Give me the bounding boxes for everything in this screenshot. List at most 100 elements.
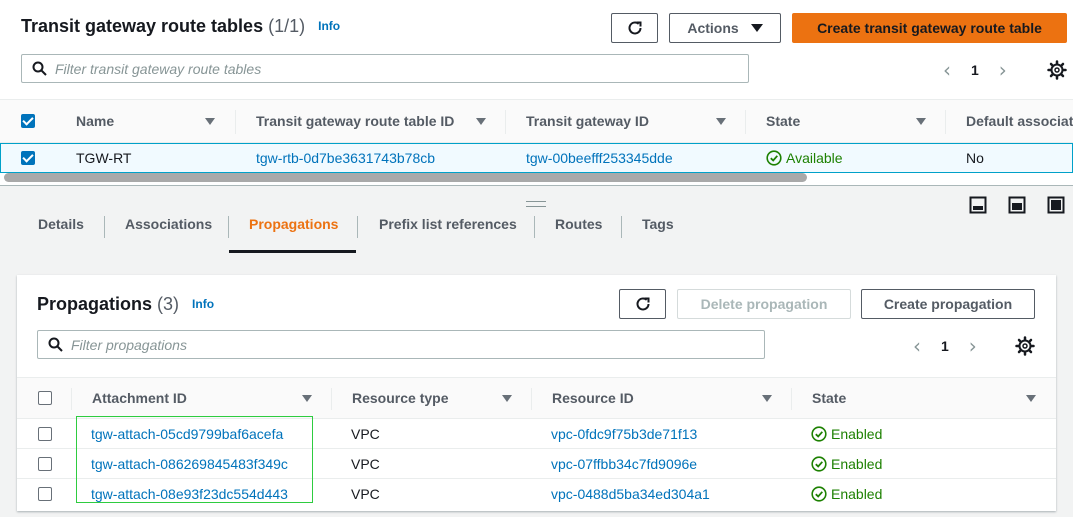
chevron-right-icon[interactable]: › bbox=[999, 58, 1007, 82]
create-propagation-button[interactable]: Create propagation bbox=[861, 289, 1035, 319]
column-header-name[interactable]: Name bbox=[76, 100, 114, 142]
propagations-container: Propagations (3) Info Delete propagation… bbox=[17, 275, 1056, 511]
sort-icon[interactable] bbox=[502, 395, 512, 402]
column-divider[interactable] bbox=[505, 110, 506, 134]
route-tables-count: (1/1) bbox=[268, 16, 306, 36]
delete-propagation-button[interactable]: Delete propagation bbox=[677, 289, 851, 319]
resource-id-link[interactable]: vpc-07ffbb34c7fd9096e bbox=[551, 449, 697, 478]
check-circle-icon bbox=[811, 455, 827, 472]
table-row[interactable]: tgw-attach-08e93f23dc554d443 VPC vpc-048… bbox=[17, 479, 1056, 509]
create-route-table-button[interactable]: Create transit gateway route table bbox=[792, 13, 1067, 43]
column-divider[interactable] bbox=[235, 110, 236, 134]
column-divider[interactable] bbox=[745, 110, 746, 134]
column-header-gateway-id[interactable]: Transit gateway ID bbox=[526, 100, 649, 142]
search-icon bbox=[32, 61, 47, 76]
table-row[interactable]: TGW-RT tgw-rtb-0d7be3631743b78cb tgw-00b… bbox=[0, 143, 1073, 173]
chevron-right-icon[interactable]: › bbox=[969, 334, 977, 358]
tab-prefix-list-references[interactable]: Prefix list references bbox=[379, 216, 517, 232]
attachment-id-link[interactable]: tgw-attach-086269845483f349c bbox=[91, 449, 288, 478]
chevron-left-icon[interactable]: ‹ bbox=[913, 334, 921, 358]
sort-icon[interactable] bbox=[302, 395, 312, 402]
propagation-state: Enabled bbox=[811, 449, 882, 478]
sort-icon[interactable] bbox=[476, 118, 486, 125]
caret-down-icon bbox=[750, 24, 763, 32]
split-panel: Details Associations Propagations Prefix… bbox=[0, 186, 1073, 517]
row-checkbox[interactable] bbox=[21, 151, 35, 165]
propagations-page-number[interactable]: 1 bbox=[941, 338, 949, 354]
column-divider[interactable] bbox=[945, 110, 946, 134]
tab-divider bbox=[534, 216, 535, 238]
state-label: Enabled bbox=[831, 425, 883, 442]
gateway-id-link[interactable]: tgw-00beefff253345dde bbox=[526, 144, 673, 172]
tab-divider bbox=[228, 216, 229, 238]
attachment-id-link[interactable]: tgw-attach-05cd9799baf6acefa bbox=[91, 419, 283, 448]
select-all-checkbox[interactable] bbox=[38, 391, 52, 405]
resource-type: VPC bbox=[351, 425, 380, 442]
propagations-search[interactable] bbox=[37, 330, 765, 359]
default-association-value: No bbox=[966, 150, 984, 166]
row-checkbox[interactable] bbox=[38, 427, 52, 441]
gear-icon[interactable] bbox=[1015, 336, 1035, 356]
row-checkbox[interactable] bbox=[38, 487, 52, 501]
active-tab-indicator bbox=[229, 250, 356, 253]
route-tables-panel: Transit gateway route tables (1/1) Info … bbox=[0, 0, 1073, 185]
sort-icon[interactable] bbox=[1026, 395, 1036, 402]
tab-tags[interactable]: Tags bbox=[642, 216, 674, 232]
propagations-table-header: Attachment ID Resource type Resource ID … bbox=[17, 377, 1056, 419]
refresh-propagations-button[interactable] bbox=[619, 289, 666, 319]
refresh-route-tables-button[interactable] bbox=[611, 13, 658, 43]
check-circle-icon bbox=[811, 486, 827, 502]
refresh-icon bbox=[628, 21, 641, 35]
column-header-state[interactable]: State bbox=[812, 378, 846, 418]
route-table-id-link[interactable]: tgw-rtb-0d7be3631743b78cb bbox=[256, 144, 435, 172]
state-label: Available bbox=[786, 150, 843, 166]
column-header-resource-id[interactable]: Resource ID bbox=[552, 378, 634, 418]
route-tables-search-input[interactable] bbox=[55, 60, 700, 77]
row-checkbox[interactable] bbox=[38, 457, 52, 471]
sort-icon[interactable] bbox=[205, 118, 215, 125]
delete-propagation-label: Delete propagation bbox=[700, 296, 828, 312]
propagations-title: Propagations bbox=[37, 294, 153, 314]
column-header-resource-type[interactable]: Resource type bbox=[352, 378, 448, 418]
detail-tabs: Details Associations Propagations Prefix… bbox=[0, 186, 1073, 254]
route-tables-page-number[interactable]: 1 bbox=[971, 62, 979, 78]
column-header-attachment-id[interactable]: Attachment ID bbox=[92, 378, 187, 418]
sort-icon[interactable] bbox=[762, 395, 772, 402]
column-divider[interactable] bbox=[531, 388, 532, 410]
state-label: Enabled bbox=[831, 486, 883, 502]
propagations-pagination: ‹ 1 › bbox=[913, 334, 977, 358]
resource-id-link[interactable]: vpc-0fdc9f75b3de71f13 bbox=[551, 419, 697, 448]
search-icon bbox=[48, 337, 63, 352]
table-row[interactable]: tgw-attach-086269845483f349c VPC vpc-07f… bbox=[17, 449, 1056, 479]
tab-details[interactable]: Details bbox=[38, 216, 84, 232]
tab-divider bbox=[621, 216, 622, 238]
propagations-heading: Propagations (3) Info bbox=[37, 294, 214, 315]
chevron-left-icon[interactable]: ‹ bbox=[943, 58, 951, 82]
column-header-state[interactable]: State bbox=[766, 100, 800, 142]
route-tables-info-link[interactable]: Info bbox=[318, 19, 340, 33]
propagations-count: (3) bbox=[157, 294, 180, 314]
select-all-checkbox[interactable] bbox=[21, 114, 35, 128]
attachment-id-link[interactable]: tgw-attach-08e93f23dc554d443 bbox=[91, 479, 288, 509]
horizontal-scrollbar[interactable] bbox=[4, 173, 807, 182]
tab-divider bbox=[357, 216, 358, 238]
create-propagation-label: Create propagation bbox=[883, 296, 1013, 312]
column-header-default-association[interactable]: Default associat bbox=[966, 100, 1073, 142]
column-divider[interactable] bbox=[791, 388, 792, 410]
tab-routes[interactable]: Routes bbox=[555, 216, 602, 232]
actions-dropdown-button[interactable]: Actions bbox=[669, 13, 781, 43]
propagations-search-input[interactable] bbox=[71, 336, 716, 353]
sort-icon[interactable] bbox=[916, 118, 926, 125]
column-header-route-table-id[interactable]: Transit gateway route table ID bbox=[256, 100, 454, 142]
propagations-info-link[interactable]: Info bbox=[192, 297, 214, 311]
resource-id-link[interactable]: vpc-0488d5ba34ed304a1 bbox=[551, 479, 710, 509]
tab-associations[interactable]: Associations bbox=[125, 216, 212, 232]
gear-icon[interactable] bbox=[1047, 60, 1067, 80]
tab-propagations[interactable]: Propagations bbox=[249, 216, 338, 232]
route-tables-search[interactable] bbox=[21, 54, 749, 83]
sort-icon[interactable] bbox=[716, 118, 726, 125]
column-divider[interactable] bbox=[71, 388, 72, 410]
route-tables-table-header: Name Transit gateway route table ID Tran… bbox=[0, 99, 1073, 143]
column-divider[interactable] bbox=[331, 388, 332, 410]
table-row[interactable]: tgw-attach-05cd9799baf6acefa VPC vpc-0fd… bbox=[17, 419, 1056, 449]
